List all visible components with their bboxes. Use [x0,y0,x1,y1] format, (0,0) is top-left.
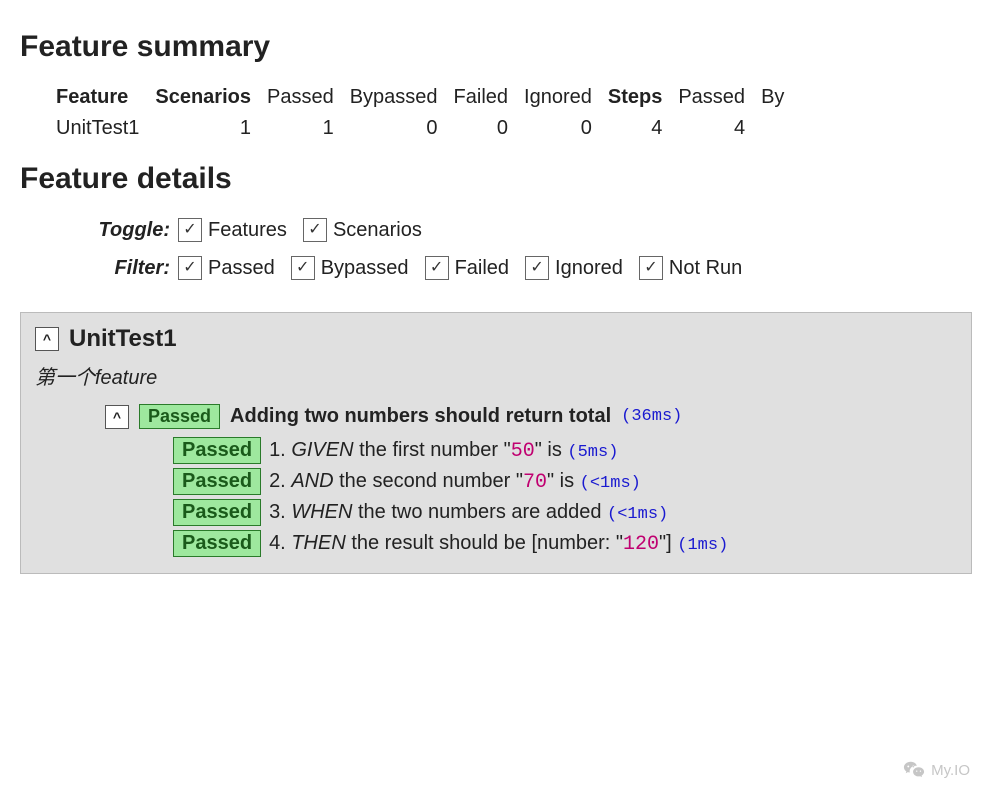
col-bypassed: Bypassed [342,82,446,113]
filter-notrun[interactable]: ✓ Not Run [639,252,742,284]
summary-table: Feature Scenarios Passed Bypassed Failed… [48,82,792,144]
checkbox-icon: ✓ [425,256,449,280]
step-time: (<1ms) [607,505,668,524]
scenario-title: Adding two numbers should return total [230,405,611,428]
checkbox-icon: ✓ [525,256,549,280]
filter-bypassed[interactable]: ✓ Bypassed [291,252,409,284]
col-scenarios: Scenarios [147,82,259,113]
feature-title: UnitTest1 [69,325,177,353]
cell-ignored: 0 [516,113,600,144]
filter-passed[interactable]: ✓ Passed [178,252,275,284]
filter-ignored[interactable]: ✓ Ignored [525,252,623,284]
toggle-features[interactable]: ✓ Features [178,214,287,246]
step-text: 1. GIVEN the first number "50" is (5ms) [269,439,618,463]
scenario-time: (36ms) [621,407,682,426]
filter-bypassed-label: Bypassed [321,252,409,284]
col-steps-passed: Passed [670,82,753,113]
step-row: Passed 3. WHEN the two numbers are added… [173,499,957,526]
toggle-scenarios-label: Scenarios [333,214,422,246]
step-row: Passed 1. GIVEN the first number "50" is… [173,437,957,464]
step-time: (5ms) [567,443,618,462]
col-passed: Passed [259,82,342,113]
step-status-badge: Passed [173,437,261,464]
checkbox-icon: ✓ [303,218,327,242]
cell-steps-passed: 4 [670,113,753,144]
cell-passed: 1 [259,113,342,144]
col-ignored: Ignored [516,82,600,113]
filter-failed-label: Failed [455,252,509,284]
filter-notrun-label: Not Run [669,252,742,284]
step-status-badge: Passed [173,499,261,526]
toggle-scenarios[interactable]: ✓ Scenarios [303,214,422,246]
step-row: Passed 4. THEN the result should be [num… [173,530,957,557]
step-status-badge: Passed [173,468,261,495]
watermark: My.IO [903,759,970,781]
col-by: By [753,82,792,113]
filter-passed-label: Passed [208,252,275,284]
col-failed: Failed [446,82,516,113]
step-time: (<1ms) [580,474,641,493]
feature-collapse-button[interactable]: ^ [35,327,59,351]
cell-by [753,113,792,144]
checkbox-icon: ✓ [178,256,202,280]
step-text: 2. AND the second number "70" is (<1ms) [269,470,641,494]
summary-data-row: UnitTest1 1 1 0 0 0 4 4 [48,113,792,144]
wechat-icon [903,759,925,781]
summary-header-row: Feature Scenarios Passed Bypassed Failed… [48,82,792,113]
controls: Toggle: ✓ Features ✓ Scenarios Filter: ✓… [50,214,972,284]
cell-steps: 4 [600,113,670,144]
toggle-row: Toggle: ✓ Features ✓ Scenarios [50,214,972,246]
checkbox-icon: ✓ [178,218,202,242]
scenario-header: ^ Passed Adding two numbers should retur… [105,404,957,429]
step-row: Passed 2. AND the second number "70" is … [173,468,957,495]
col-feature: Feature [48,82,147,113]
cell-bypassed: 0 [342,113,446,144]
step-status-badge: Passed [173,530,261,557]
filter-label: Filter: [50,252,170,284]
summary-heading: Feature summary [20,30,972,64]
cell-scenarios: 1 [147,113,259,144]
filter-ignored-label: Ignored [555,252,623,284]
steps-list: Passed 1. GIVEN the first number "50" is… [173,437,957,557]
feature-block: ^ UnitTest1 第一个feature ^ Passed Adding t… [20,312,972,574]
toggle-features-label: Features [208,214,287,246]
toggle-label: Toggle: [50,214,170,246]
cell-failed: 0 [446,113,516,144]
details-heading: Feature details [20,162,972,196]
step-text: 4. THEN the result should be [number: "1… [269,532,728,556]
scenario-status-badge: Passed [139,404,220,429]
step-time: (1ms) [677,536,728,555]
feature-description: 第一个feature [35,361,957,390]
filter-row: Filter: ✓ Passed ✓ Bypassed ✓ Failed ✓ I… [50,252,972,284]
checkbox-icon: ✓ [639,256,663,280]
watermark-text: My.IO [931,762,970,779]
scenario-collapse-button[interactable]: ^ [105,405,129,429]
col-steps: Steps [600,82,670,113]
step-text: 3. WHEN the two numbers are added (<1ms) [269,501,668,524]
cell-feature: UnitTest1 [48,113,147,144]
feature-header: ^ UnitTest1 [35,325,957,353]
scenario-block: ^ Passed Adding two numbers should retur… [105,404,957,557]
filter-failed[interactable]: ✓ Failed [425,252,509,284]
checkbox-icon: ✓ [291,256,315,280]
